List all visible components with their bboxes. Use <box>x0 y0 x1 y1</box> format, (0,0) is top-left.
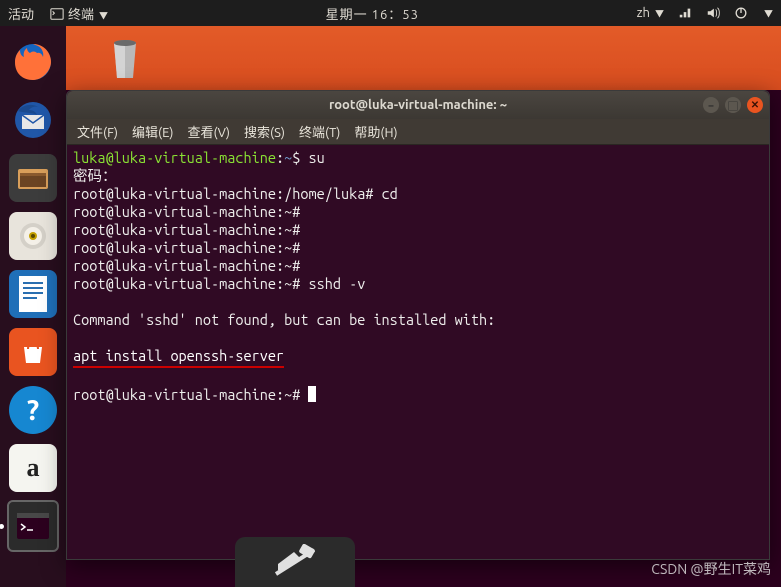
chevron-down-icon: ▼ <box>764 7 773 20</box>
launcher-help[interactable]: ? <box>9 386 57 434</box>
launcher-libreoffice-writer[interactable] <box>9 270 57 318</box>
menu-search[interactable]: 搜索(S) <box>244 122 285 141</box>
document-icon <box>16 274 50 314</box>
terminal-line: 密码： <box>73 167 117 184</box>
maximize-button[interactable]: ▢ <box>725 97 741 113</box>
terminal-line: root@luka-virtual-machine:~# <box>73 239 308 256</box>
terminal-line: root@luka-virtual-machine:~# <box>73 386 308 403</box>
close-button[interactable]: ✕ <box>747 97 763 113</box>
desktop-background <box>66 26 781 90</box>
terminal-line: root@luka-virtual-machine:~# <box>73 203 308 220</box>
window-titlebar[interactable]: root@luka-virtual-machine: ~ – ▢ ✕ <box>67 91 769 119</box>
chevron-down-icon: ▼ <box>99 11 108 21</box>
trash-icon[interactable] <box>108 38 142 80</box>
terminal-small-icon <box>50 7 64 21</box>
shopping-bag-icon <box>18 337 48 367</box>
files-icon <box>16 163 50 193</box>
music-icon <box>18 221 48 251</box>
volume-icon[interactable] <box>706 6 720 20</box>
active-app-indicator[interactable]: 终端 ▼ <box>50 4 108 23</box>
terminal-line: Command 'sshd' not found, but can be ins… <box>73 311 495 328</box>
terminal-line: root@luka-virtual-machine:~# <box>73 221 308 238</box>
disabled-tool-icon <box>270 544 320 580</box>
amazon-icon: a <box>27 453 40 483</box>
menu-edit[interactable]: 编辑(E) <box>132 122 173 141</box>
launcher-dock: ? a <box>0 26 66 587</box>
firefox-icon <box>12 41 54 83</box>
prompt-user: luka@luka-virtual-machine <box>73 149 276 166</box>
terminal-line-highlighted: apt install openssh-server <box>73 347 284 368</box>
network-icon[interactable] <box>678 6 692 20</box>
terminal-line: root@luka-virtual-machine:~# <box>73 275 308 292</box>
minimize-button[interactable]: – <box>703 97 719 113</box>
top-panel: 活动 终端 ▼ 星期一 16：53 zh ▼ ▼ <box>0 0 781 26</box>
terminal-line: root@luka-virtual-machine:~# <box>73 257 308 274</box>
launcher-firefox[interactable] <box>9 38 57 86</box>
thunderbird-icon <box>12 99 54 141</box>
clock[interactable]: 星期一 16：53 <box>108 4 637 23</box>
command-text: $ su <box>292 149 324 166</box>
window-title: root@luka-virtual-machine: ~ <box>329 98 507 112</box>
menu-view[interactable]: 查看(V) <box>188 122 230 141</box>
input-method-indicator[interactable]: zh ▼ <box>637 6 664 20</box>
terminal-line: root@luka-virtual-machine:/home/luka# <box>73 185 382 202</box>
terminal-icon <box>16 512 50 540</box>
menu-file[interactable]: 文件(F) <box>77 122 118 141</box>
watermark: CSDN @野生IT菜鸡 <box>651 559 771 579</box>
launcher-ubuntu-software[interactable] <box>9 328 57 376</box>
menu-help[interactable]: 帮助(H) <box>354 122 397 141</box>
menu-terminal[interactable]: 终端(T) <box>299 122 340 141</box>
terminal-window: root@luka-virtual-machine: ~ – ▢ ✕ 文件(F)… <box>66 90 770 560</box>
launcher-rhythmbox[interactable] <box>9 212 57 260</box>
terminal-menubar: 文件(F) 编辑(E) 查看(V) 搜索(S) 终端(T) 帮助(H) <box>67 119 769 145</box>
launcher-thunderbird[interactable] <box>9 96 57 144</box>
launcher-amazon[interactable]: a <box>9 444 57 492</box>
question-icon: ? <box>27 395 39 426</box>
launcher-terminal[interactable] <box>9 502 57 550</box>
terminal-output[interactable]: luka@luka-virtual-machine:~$ su 密码： root… <box>67 145 769 559</box>
terminal-cursor <box>308 386 316 402</box>
power-icon[interactable] <box>734 6 748 20</box>
launcher-files[interactable] <box>9 154 57 202</box>
notification-popup[interactable] <box>235 537 355 587</box>
activities-button[interactable]: 活动 <box>8 4 34 23</box>
